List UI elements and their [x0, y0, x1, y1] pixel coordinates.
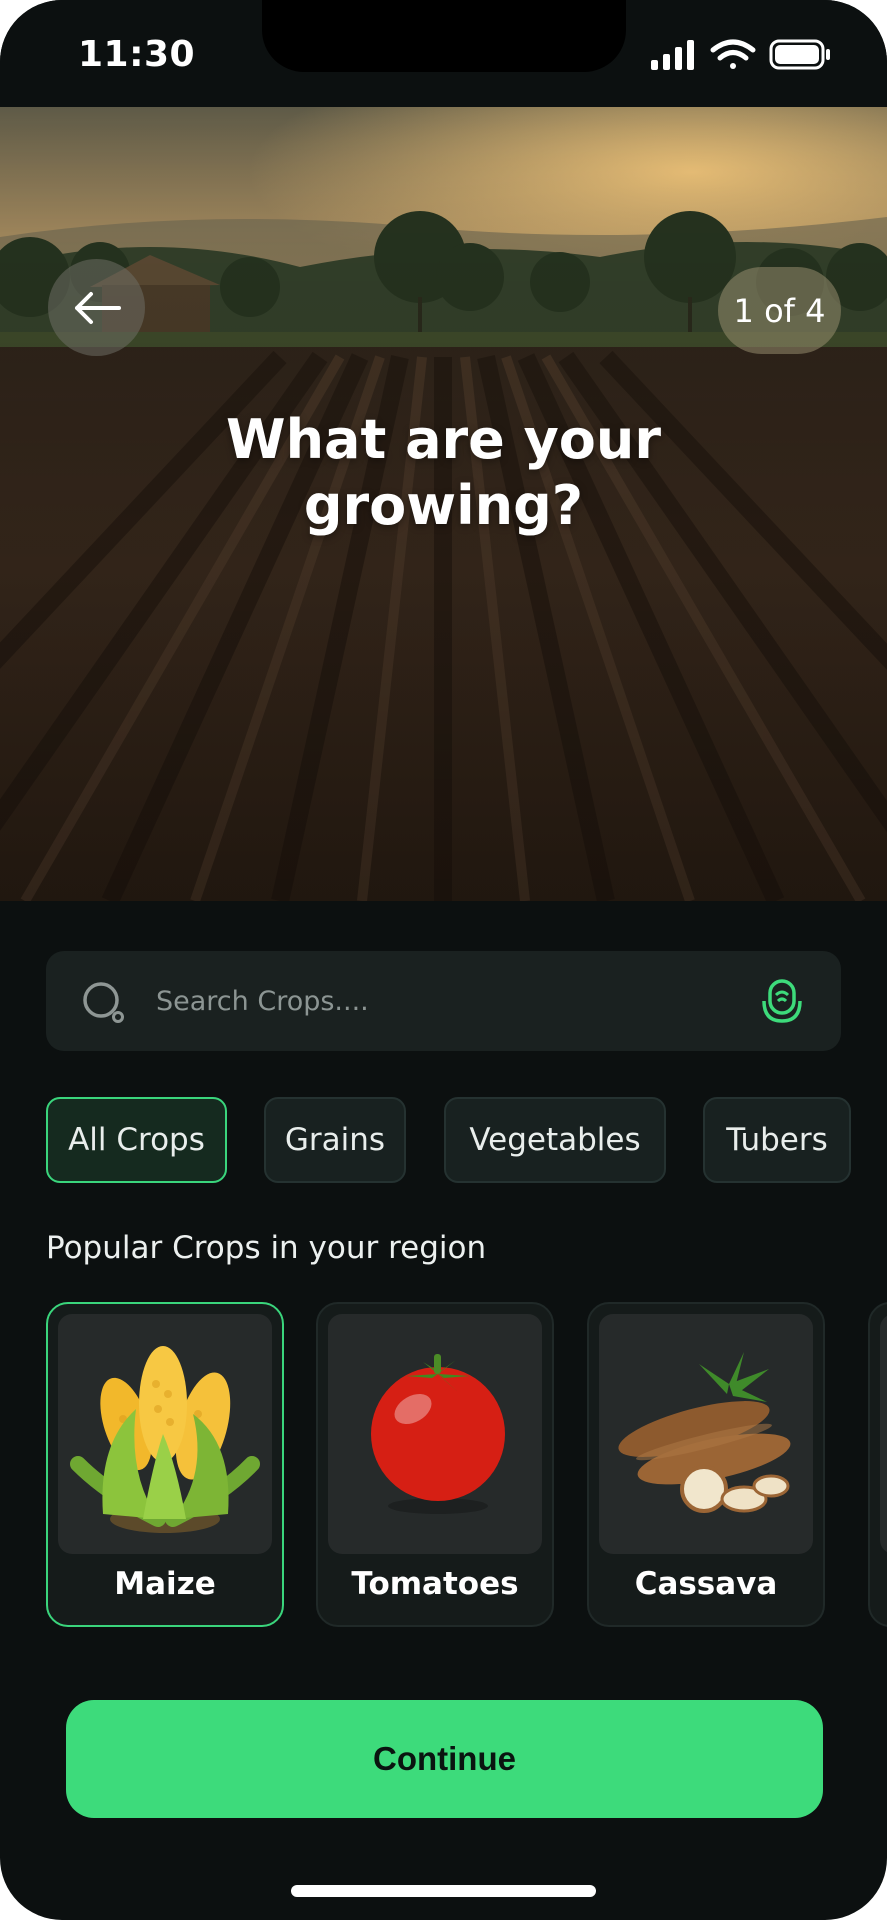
continue-button[interactable]: Continue	[66, 1700, 823, 1818]
filter-chip-vegetables[interactable]: Vegetables	[444, 1097, 666, 1183]
crop-cards: Maize Tomatoes Cassava	[0, 1302, 887, 1627]
filter-chip-grains[interactable]: Grains	[264, 1097, 406, 1183]
crop-name-cassava: Cassava	[634, 1566, 778, 1602]
crop-image-tomatoes	[328, 1314, 542, 1554]
tomato-icon	[371, 1354, 505, 1514]
arrow-left-icon	[74, 291, 121, 324]
page-title: What are your growing?	[0, 407, 887, 539]
home-indicator	[291, 1885, 596, 1897]
crop-name-maize: Maize	[114, 1566, 216, 1602]
status-bar: 11:30	[0, 0, 887, 107]
filter-chip-tubers[interactable]: Tubers	[703, 1097, 851, 1183]
hero-banner: 1 of 4 What are your growing?	[0, 107, 887, 901]
phone-screen: 11:30 1 of 4 What are your growing? Sear…	[0, 0, 887, 1920]
section-title: Popular Crops in your region	[46, 1230, 487, 1266]
cellular-signal-icon	[651, 40, 694, 70]
search-bar[interactable]	[46, 951, 841, 1051]
battery-icon	[769, 39, 830, 70]
search-input[interactable]	[156, 971, 696, 1031]
notch	[262, 0, 626, 72]
cassava-icon	[618, 1352, 791, 1513]
page-title-line-1: What are your	[226, 408, 661, 471]
wifi-icon	[710, 39, 756, 69]
microphone-icon[interactable]	[760, 979, 804, 1023]
crop-card-cassava[interactable]: Cassava	[587, 1302, 825, 1627]
crop-card-maize[interactable]: Maize	[46, 1302, 284, 1627]
search-icon	[83, 982, 124, 1023]
maize-icon	[70, 1346, 260, 1533]
crop-image-partial	[880, 1314, 887, 1554]
back-button[interactable]	[48, 259, 145, 356]
status-icons	[651, 39, 830, 70]
crop-card-partial[interactable]	[868, 1302, 887, 1627]
crop-image-cassava	[599, 1314, 813, 1554]
crop-name-tomatoes: Tomatoes	[351, 1566, 519, 1602]
status-time: 11:30	[78, 34, 196, 75]
filter-chip-all-crops[interactable]: All Crops	[46, 1097, 227, 1183]
crop-card-tomatoes[interactable]: Tomatoes	[316, 1302, 554, 1627]
crop-image-maize	[58, 1314, 272, 1554]
step-indicator: 1 of 4	[718, 267, 841, 354]
page-title-line-2: growing?	[303, 474, 584, 537]
filter-chips: All Crops Grains Vegetables Tubers	[46, 1097, 887, 1183]
